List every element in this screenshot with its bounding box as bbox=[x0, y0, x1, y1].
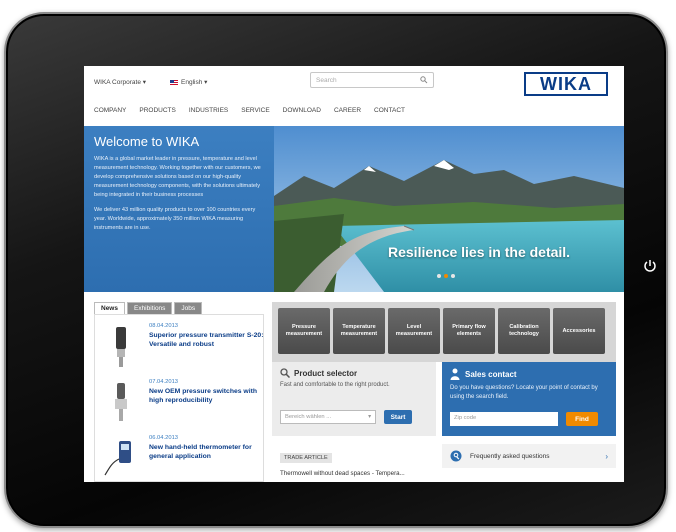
slider-dot-1[interactable] bbox=[437, 274, 441, 278]
area-select[interactable]: Bereich wählen ... ▾ bbox=[280, 410, 376, 424]
pressure-switch-image bbox=[101, 379, 141, 427]
news-date: 08.04.2013 bbox=[149, 323, 179, 329]
faq-link[interactable]: Frequently asked questions › bbox=[442, 444, 616, 468]
language-label: English ▾ bbox=[181, 79, 208, 86]
faq-label: Frequently asked questions bbox=[470, 452, 550, 460]
product-selector-header: Product selector bbox=[280, 368, 428, 378]
slider-dot-3[interactable] bbox=[451, 274, 455, 278]
tab-news[interactable]: News bbox=[94, 302, 125, 314]
chevron-right-icon: › bbox=[605, 451, 608, 461]
category-calibration-button[interactable]: Calibration technology bbox=[498, 308, 550, 354]
area-select-placeholder: Bereich wählen ... bbox=[285, 414, 332, 420]
tab-jobs[interactable]: Jobs bbox=[174, 302, 203, 314]
browser-screen: WIKA Corporate ▾ English ▾ Search WIKA C… bbox=[84, 66, 624, 482]
category-accessories-button[interactable]: Accessories bbox=[553, 308, 605, 354]
category-temperature-button[interactable]: Temperature measurement bbox=[333, 308, 385, 354]
hand-held-thermometer-image bbox=[101, 435, 141, 482]
nav-contact[interactable]: CONTACT bbox=[374, 107, 405, 114]
zip-code-input[interactable]: Zip code bbox=[450, 412, 558, 426]
slider-dot-2[interactable] bbox=[444, 274, 448, 278]
product-category-bar: Pressure measurement Temperature measure… bbox=[272, 302, 616, 362]
product-selector-title: Product selector bbox=[294, 368, 358, 378]
news-date: 07.04.2013 bbox=[149, 379, 179, 385]
logo-text: WIKA bbox=[540, 73, 592, 94]
magnifier-icon bbox=[280, 368, 290, 378]
faq-icon bbox=[450, 450, 462, 462]
search-input[interactable]: Search bbox=[310, 72, 434, 88]
news-date: 06.04.2013 bbox=[149, 435, 179, 441]
nav-company[interactable]: COMPANY bbox=[94, 107, 126, 114]
wika-logo[interactable]: WIKA bbox=[524, 72, 608, 96]
sales-contact-header: Sales contact bbox=[450, 368, 608, 380]
language-dropdown[interactable]: English ▾ bbox=[170, 78, 207, 86]
sales-contact-description: Do you have questions? Locate your point… bbox=[450, 385, 598, 400]
hero-caption: Resilience lies in the detail. bbox=[388, 244, 571, 260]
find-button[interactable]: Find bbox=[566, 412, 598, 426]
home-button-icon[interactable] bbox=[640, 256, 660, 276]
nav-industries[interactable]: INDUSTRIES bbox=[189, 107, 228, 114]
chevron-down-icon: ▾ bbox=[368, 414, 371, 420]
welcome-intro-text: WIKA is a global market leader in pressu… bbox=[94, 156, 261, 198]
news-item[interactable]: 07.04.2013 New OEM pressure switches wit… bbox=[95, 375, 263, 431]
search-icon[interactable] bbox=[420, 76, 428, 84]
news-title[interactable]: Superior pressure transmitter S-20: Vers… bbox=[149, 331, 265, 349]
sales-contact-title: Sales contact bbox=[465, 369, 517, 379]
news-item[interactable]: 08.04.2013 Superior pressure transmitter… bbox=[95, 319, 263, 375]
hero-section: Welcome to WIKA WIKA is a global market … bbox=[84, 126, 624, 292]
search-placeholder: Search bbox=[316, 76, 337, 84]
pressure-transmitter-image bbox=[101, 323, 141, 371]
person-icon bbox=[450, 368, 460, 380]
start-button[interactable]: Start bbox=[384, 410, 412, 424]
news-tabs: News Exhibitions Jobs bbox=[94, 302, 264, 314]
product-selector-description: Fast and comfortable to the right produc… bbox=[280, 382, 390, 388]
news-list: 08.04.2013 Superior pressure transmitter… bbox=[94, 314, 264, 482]
category-flow-button[interactable]: Primary flow elements bbox=[443, 308, 495, 354]
news-title[interactable]: New OEM pressure switches with high repr… bbox=[149, 387, 265, 405]
nav-service[interactable]: SERVICE bbox=[241, 107, 269, 114]
trade-article-tag: TRADE ARTICLE bbox=[280, 453, 332, 463]
header: WIKA Corporate ▾ English ▾ Search WIKA bbox=[84, 66, 624, 102]
sales-contact-panel: Sales contact Do you have questions? Loc… bbox=[442, 362, 616, 436]
product-selector-panel: Product selector Fast and comfortable to… bbox=[272, 362, 436, 436]
nav-products[interactable]: PRODUCTS bbox=[139, 107, 175, 114]
product-selector-form: Bereich wählen ... ▾ Start bbox=[280, 410, 412, 424]
welcome-title: Welcome to WIKA bbox=[94, 134, 200, 149]
corporate-dropdown[interactable]: WIKA Corporate ▾ bbox=[94, 78, 146, 86]
trade-article-text[interactable]: Thermowell without dead spaces - Tempera… bbox=[280, 470, 428, 477]
uk-flag-icon bbox=[170, 79, 178, 85]
news-panel: News Exhibitions Jobs 08.04.2013 Superio… bbox=[94, 302, 264, 482]
nav-download[interactable]: DOWNLOAD bbox=[283, 107, 321, 114]
main-navigation: COMPANY PRODUCTS INDUSTRIES SERVICE DOWN… bbox=[94, 107, 405, 114]
welcome-facts-text: We deliver 43 million quality products t… bbox=[94, 207, 256, 231]
category-pressure-button[interactable]: Pressure measurement bbox=[278, 308, 330, 354]
tab-exhibitions[interactable]: Exhibitions bbox=[126, 302, 173, 314]
nav-career[interactable]: CAREER bbox=[334, 107, 361, 114]
welcome-panel: Welcome to WIKA WIKA is a global market … bbox=[84, 126, 274, 292]
news-item[interactable]: 06.04.2013 New hand-held thermometer for… bbox=[95, 431, 263, 482]
category-level-button[interactable]: Level measurement bbox=[388, 308, 440, 354]
sales-contact-form: Zip code Find bbox=[450, 412, 598, 426]
hero-image-dam-lake[interactable] bbox=[274, 126, 624, 292]
news-title[interactable]: New hand-held thermometer for general ap… bbox=[149, 443, 265, 461]
slider-dots bbox=[437, 274, 455, 278]
trade-article: TRADE ARTICLE Thermowell without dead sp… bbox=[272, 440, 436, 482]
